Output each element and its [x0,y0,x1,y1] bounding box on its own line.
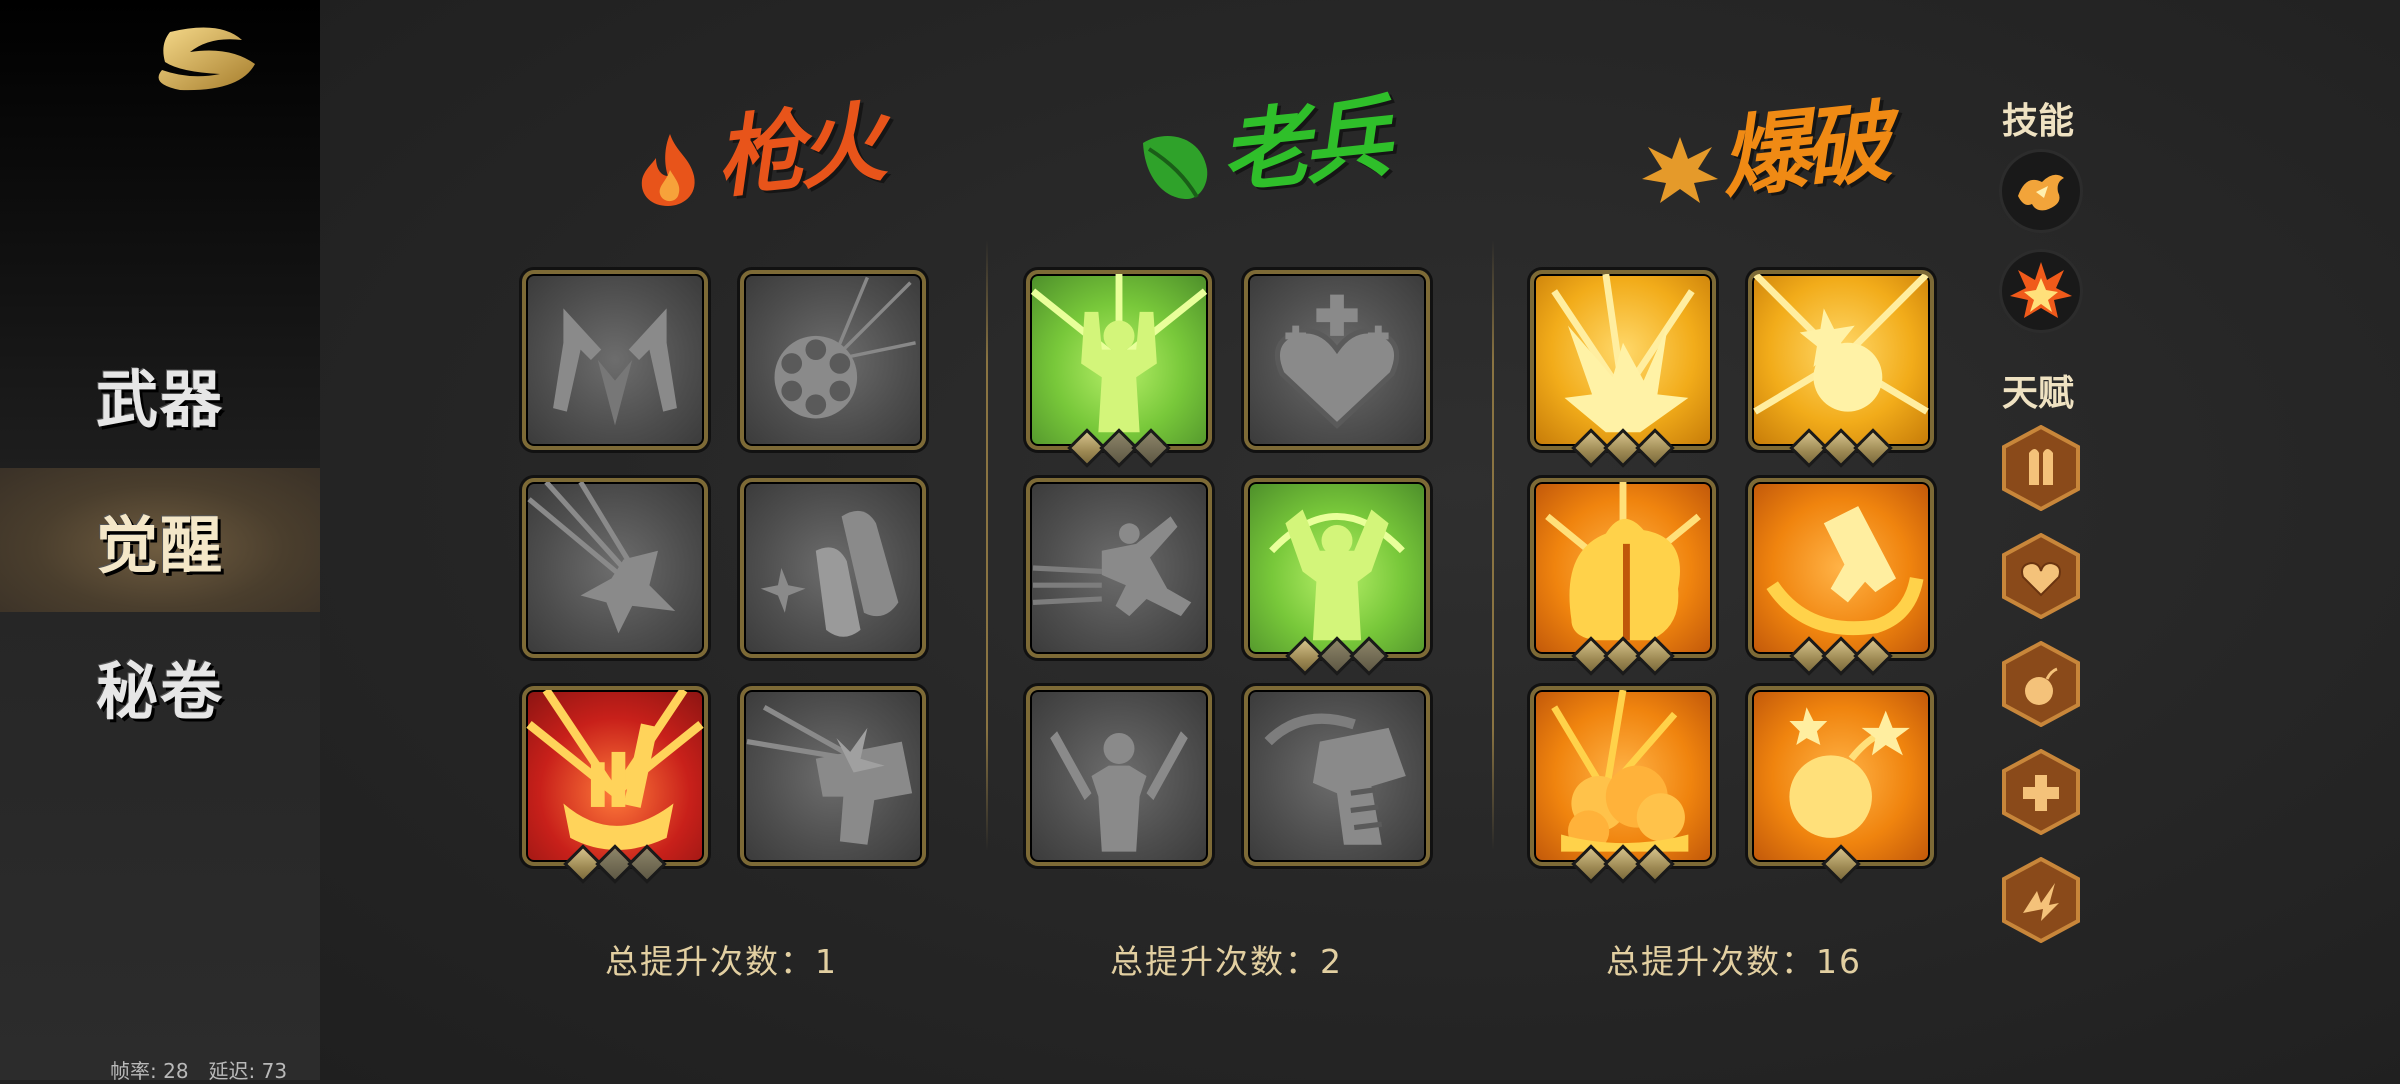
skill-tile[interactable] [1244,270,1430,450]
skill-tile[interactable] [1530,686,1716,884]
total-upgrades-gunfire: 总提升次数：1 [605,942,838,981]
skill-tile[interactable] [1026,686,1212,866]
upgrade-level-diamonds [1752,844,1930,884]
explosion-cloud-icon [1551,690,1689,852]
leaf-icon [1143,135,1208,199]
skill-tile[interactable] [740,686,926,866]
dual-pistols-icon [553,308,677,426]
total-upgrades-veteran: 总提升次数：2 [1110,942,1343,981]
nav-weapons[interactable]: 武器 [0,322,320,466]
skill-slot[interactable] [2002,152,2080,230]
skill-tile[interactable] [522,686,708,884]
upgrade-level-diamonds [526,844,704,884]
talent-slot-lightning-icon[interactable] [2001,857,2081,943]
lightning-blast-icon [1551,274,1695,433]
column-title-demolition: 爆破 [1715,89,1890,211]
bomb-icon [1789,707,1910,838]
upgrade-level-diamonds [1534,636,1712,676]
nav-awakening[interactable]: 觉醒 [0,468,320,612]
rocket-soldier-icon [1269,509,1405,641]
skill-tile[interactable] [1530,270,1716,468]
upgrade-level-diamonds [1534,844,1712,884]
upgrade-level-diamonds [1534,428,1712,468]
skill-tile[interactable] [522,270,708,450]
skill-tile[interactable] [522,478,708,658]
revolver-cylinder-icon [774,276,916,419]
ammo-stack-icon [526,690,704,850]
skill-tile[interactable] [1530,478,1716,676]
skill-tile[interactable] [1026,270,1212,468]
skill-tile[interactable] [740,478,926,658]
dash-soldier-icon [1032,516,1192,617]
skill-slot[interactable] [2002,252,2080,330]
talent-slot-heart-icon[interactable] [2001,533,2081,619]
flame-icon [641,134,695,206]
upgrade-level-diamonds [1248,636,1426,676]
talent-slot-bomb-icon[interactable] [2001,641,2081,727]
skill-tile[interactable] [1748,686,1934,884]
upgrade-level-diamonds [1030,428,1208,468]
heavy-gun-icon [1264,713,1406,845]
upgrade-level-diamonds [1752,636,1930,676]
grenade-burst-icon [1752,274,1930,415]
nav-secret-scrolls[interactable]: 秘卷 [0,614,320,758]
skill-tile[interactable] [740,270,926,450]
awakening-panel: 枪火 老兵 爆破 总提升次数：1 总提升次数：2 总提升次数：16 技能 天赋 [320,0,2400,1080]
upgrade-level-diamonds [1752,428,1930,468]
talents-heading: 天赋 [2002,373,2075,414]
gun-swirl-icon [1766,506,1924,636]
talent-slot-bullets-icon[interactable] [2001,425,2081,511]
skill-tile[interactable] [1244,686,1430,866]
column-title-gunfire: 枪火 [710,89,885,211]
fire-bird-icon [2018,174,2064,211]
skill-tile[interactable] [1026,478,1212,658]
skill-tile[interactable] [1748,478,1934,676]
game-logo-icon [158,27,255,91]
talent-slot-medkit-icon[interactable] [2001,749,2081,835]
total-upgrades-demolition: 总提升次数：16 [1606,942,1862,981]
skills-heading: 技能 [2002,101,2075,142]
bullet-shells-icon [760,510,899,637]
pistol-blast-icon [746,704,913,845]
skill-tile[interactable] [1748,270,1934,468]
column-divider [1492,240,1494,850]
column-divider [986,240,988,850]
column-title-veteran: 老兵 [1215,84,1390,206]
skill-tile[interactable] [1244,478,1430,676]
flame-head-icon [1545,482,1701,641]
heart-shield-icon [1274,294,1400,429]
explosion-icon [1642,137,1718,203]
sidebar: 武器 觉醒 秘卷 帧率: 28 延迟: 73 [0,0,320,1083]
bullet-impact-icon [527,482,676,634]
dual-blade-soldier-icon [1050,731,1188,852]
soldier-flex-icon [1030,274,1208,433]
explosion-icon [2010,262,2072,318]
